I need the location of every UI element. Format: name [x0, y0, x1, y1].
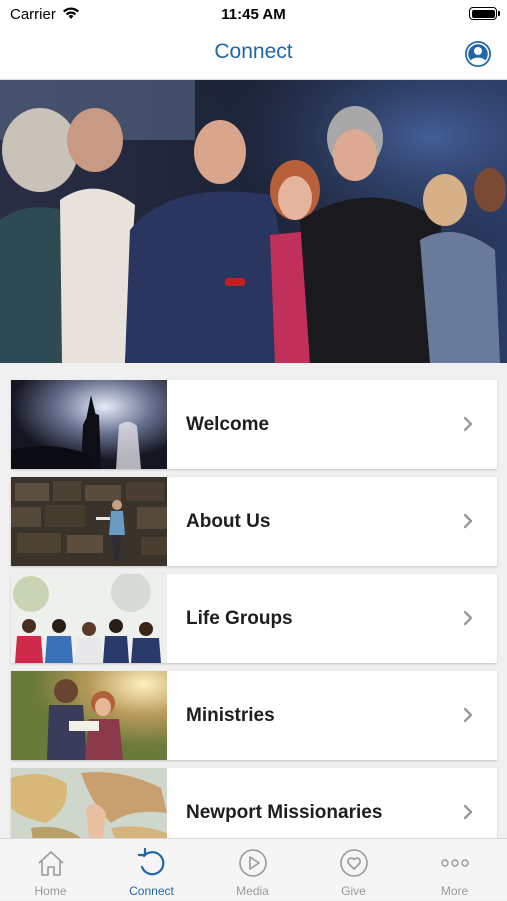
hero-image [0, 80, 507, 363]
tab-connect[interactable]: Connect [101, 839, 202, 901]
play-icon [239, 849, 267, 877]
about-us-thumbnail [11, 477, 167, 566]
list-item-ministries[interactable]: Ministries [11, 671, 497, 760]
ministries-thumbnail [11, 671, 167, 760]
tab-home[interactable]: Home [0, 839, 101, 901]
tab-more[interactable]: More [404, 839, 505, 901]
chevron-right-icon [463, 610, 473, 626]
list-item-label: Ministries [186, 705, 275, 726]
list-item-label: Newport Missionaries [186, 802, 383, 823]
tab-give[interactable]: Give [303, 839, 404, 901]
home-icon [38, 851, 64, 876]
connect-icon [137, 847, 165, 876]
tab-label: Connect [129, 884, 174, 898]
battery-icon [469, 7, 500, 20]
connect-list: Welcome About Us Life Groups Ministries … [0, 363, 507, 838]
chevron-right-icon [463, 707, 473, 723]
tab-label: Give [341, 884, 366, 898]
more-icon [441, 859, 469, 867]
tab-label: Media [236, 884, 269, 898]
heart-icon [340, 849, 368, 877]
tab-bar: Home Connect Media Give More [0, 838, 507, 900]
life-groups-thumbnail [11, 574, 167, 663]
newport-missionaries-thumbnail [11, 768, 167, 838]
chevron-right-icon [463, 513, 473, 529]
profile-icon[interactable] [464, 40, 492, 68]
chevron-right-icon [463, 416, 473, 432]
tab-label: Home [34, 884, 67, 898]
clock: 11:45 AM [221, 6, 286, 23]
navigation-bar: Connect [0, 28, 507, 80]
list-item-newport-missionaries[interactable]: Newport Missionaries [11, 768, 497, 838]
page-title: Connect [214, 40, 293, 63]
list-item-about-us[interactable]: About Us [11, 477, 497, 566]
tab-label: More [440, 884, 469, 898]
tab-media[interactable]: Media [202, 839, 303, 901]
list-item-label: About Us [186, 511, 271, 532]
chevron-right-icon [463, 804, 473, 820]
list-item-welcome[interactable]: Welcome [11, 380, 497, 469]
list-item-label: Life Groups [186, 608, 293, 629]
welcome-thumbnail [11, 380, 167, 469]
list-item-life-groups[interactable]: Life Groups [11, 574, 497, 663]
list-item-label: Welcome [186, 414, 270, 435]
status-bar: Carrier 11:45 AM [0, 0, 507, 28]
